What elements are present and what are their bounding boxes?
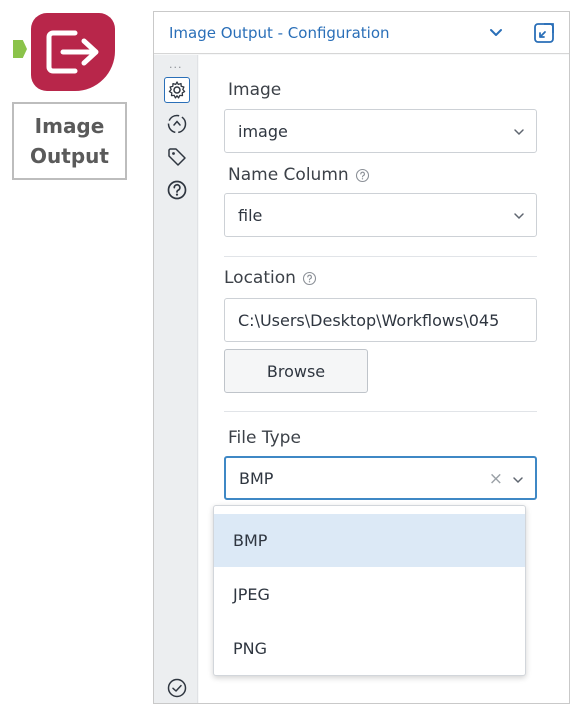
- location-label-text: Location: [224, 268, 296, 288]
- connection-icon[interactable]: [164, 111, 190, 137]
- name-column-label-text: Name Column: [228, 165, 349, 185]
- rail-more-dots[interactable]: ...: [169, 58, 183, 71]
- divider: [224, 411, 537, 412]
- file-type-select-value: BMP: [239, 468, 274, 488]
- image-output-tool-icon[interactable]: [31, 13, 115, 91]
- tool-label-line1: Image: [34, 114, 105, 138]
- undock-icon[interactable]: [532, 21, 556, 45]
- tool-label-line2: Output: [30, 144, 109, 168]
- chevron-down-icon[interactable]: [487, 24, 505, 42]
- location-field-label: Location: [224, 268, 317, 288]
- panel-header: Image Output - Configuration: [154, 12, 569, 54]
- name-column-field-label: Name Column: [228, 165, 370, 185]
- file-type-field-label: File Type: [228, 428, 301, 448]
- name-column-select[interactable]: file: [224, 193, 537, 237]
- dropdown-option-png[interactable]: PNG: [214, 622, 525, 675]
- tag-icon[interactable]: [164, 144, 190, 170]
- check-circle-icon[interactable]: [166, 677, 188, 699]
- chevron-down-icon[interactable]: [511, 473, 525, 487]
- divider: [224, 256, 537, 257]
- location-input[interactable]: C:\Users\Desktop\Workflows\045: [224, 298, 537, 342]
- name-column-select-value: file: [238, 205, 263, 225]
- dropdown-option-bmp[interactable]: BMP: [214, 514, 525, 567]
- workflow-canvas: Image Output Image Output - Configuratio…: [0, 0, 580, 714]
- panel-title: Image Output - Configuration: [169, 24, 390, 42]
- tool-label: Image Output: [12, 102, 127, 180]
- image-label-text: Image: [228, 80, 282, 100]
- browse-button[interactable]: Browse: [224, 349, 368, 393]
- chevron-down-icon: [514, 213, 524, 220]
- dropdown-option-jpeg[interactable]: JPEG: [214, 568, 525, 621]
- file-type-label-text: File Type: [228, 428, 301, 448]
- input-anchor[interactable]: [13, 40, 27, 58]
- file-type-select[interactable]: BMP ×: [224, 456, 537, 500]
- output-arrow-icon: [46, 30, 99, 74]
- help-icon[interactable]: [164, 177, 190, 203]
- side-rail: ...: [154, 55, 198, 703]
- image-field-label: Image: [228, 80, 281, 100]
- image-select[interactable]: image: [224, 109, 537, 153]
- chevron-down-icon: [514, 129, 524, 136]
- clear-icon[interactable]: ×: [489, 469, 503, 489]
- image-select-value: image: [238, 121, 288, 141]
- gear-icon[interactable]: [164, 77, 190, 103]
- file-type-dropdown: BMP JPEG PNG: [213, 505, 526, 676]
- help-circle-icon[interactable]: [302, 271, 317, 286]
- help-circle-icon[interactable]: [355, 168, 370, 183]
